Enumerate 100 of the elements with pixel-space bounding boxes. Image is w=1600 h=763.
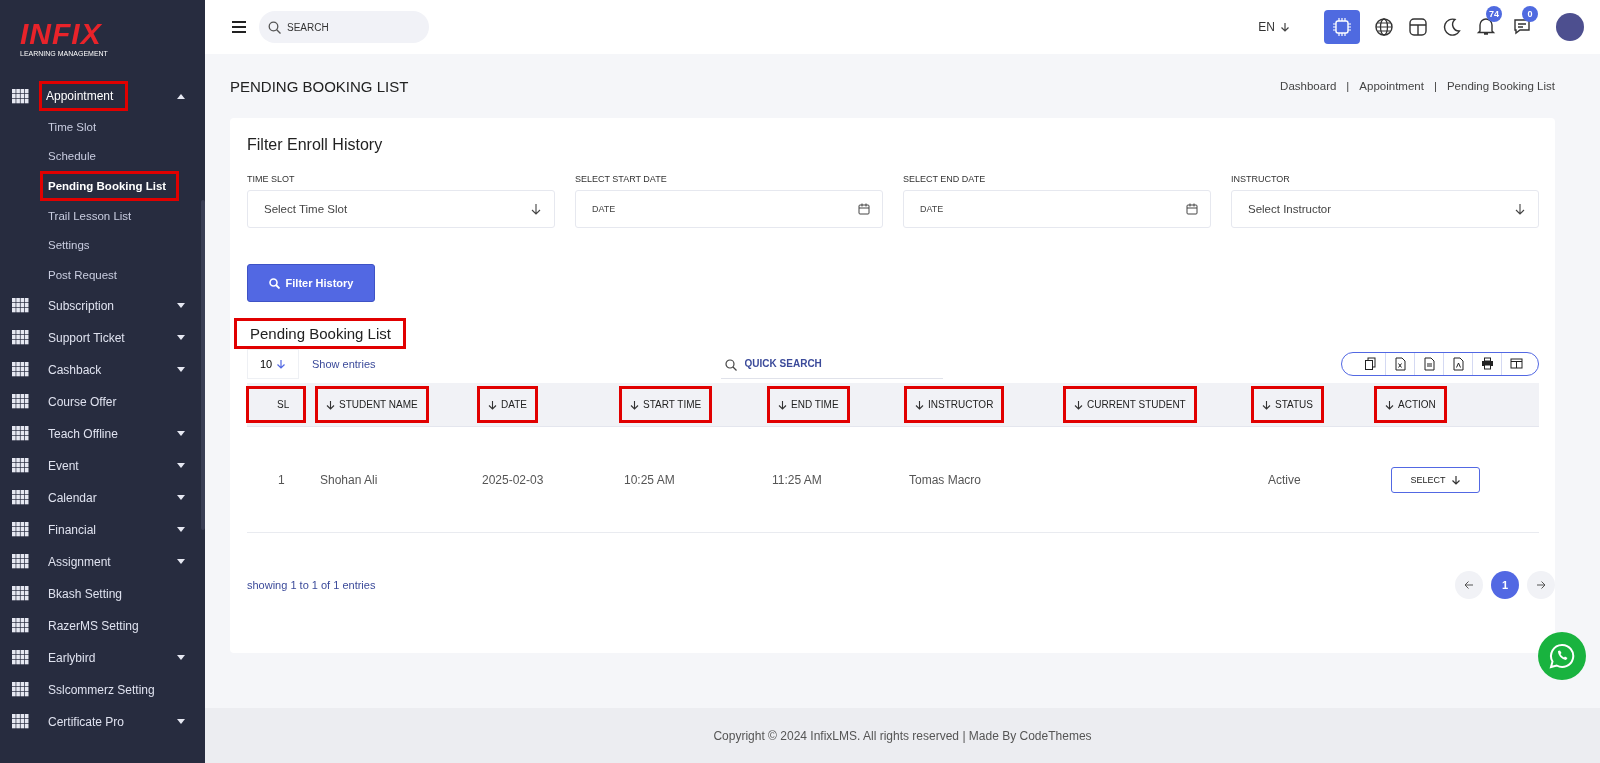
previous-page-button[interactable]: [1455, 571, 1483, 599]
section-title: Pending Booking List: [234, 318, 406, 349]
field-label: SELECT END DATE: [903, 174, 987, 184]
moon-icon: [1442, 17, 1462, 37]
select-button[interactable]: SELECT: [1391, 466, 1480, 493]
sidebar-item[interactable]: Event: [0, 449, 205, 482]
sidebar-item[interactable]: RazerMS Setting: [0, 609, 205, 642]
arrow-left-icon: [1464, 580, 1474, 590]
grid-icon: [12, 682, 29, 698]
quick-search-field[interactable]: QUICK SEARCH: [720, 349, 943, 379]
arrow-down-icon: [1450, 474, 1461, 485]
ai-button[interactable]: [1324, 10, 1360, 44]
column-header[interactable]: SL: [246, 386, 307, 423]
select-field[interactable]: Select Instructor: [1231, 190, 1539, 228]
column-header[interactable]: STATUS: [1251, 386, 1324, 423]
whatsapp-button[interactable]: [1538, 632, 1586, 680]
excel-file-icon: [1393, 357, 1407, 371]
globe-icon: [1374, 17, 1394, 37]
sidebar-subitem[interactable]: Trail Lesson List: [40, 202, 140, 229]
sidebar-item[interactable]: Cashback: [0, 353, 205, 386]
menu-icon: [231, 20, 247, 34]
table-cell-text: Shohan Ali: [319, 472, 379, 487]
logo: INFIX: [20, 20, 102, 48]
column-header[interactable]: END TIME: [767, 386, 850, 423]
table-cell-text: 1: [277, 472, 286, 487]
sidebar-item[interactable]: Financial: [0, 513, 205, 546]
grid-icon: [12, 298, 29, 314]
field-label: SELECT START DATE: [575, 174, 668, 184]
arrow-down-icon: [530, 203, 542, 215]
table-cell-text: 11:25 AM: [771, 472, 823, 487]
grid-icon: [12, 330, 29, 346]
avatar[interactable]: [1556, 13, 1584, 41]
grid-icon: [12, 88, 29, 104]
breadcrumb-link[interactable]: Dashboard: [1280, 80, 1337, 92]
language-selector[interactable]: EN: [1252, 19, 1296, 35]
field-label: TIME SLOT: [247, 174, 296, 184]
filter-button[interactable]: Filter History: [247, 264, 375, 302]
grid-icon: [12, 618, 29, 634]
table-cell-text: 2025-02-03: [481, 472, 545, 487]
grid-icon: [12, 650, 29, 666]
breadcrumb-separator: |: [1433, 80, 1437, 92]
column-header[interactable]: CURRENT STUDENT: [1063, 386, 1197, 423]
search-icon: [724, 359, 737, 371]
select-field[interactable]: Select Time Slot: [247, 190, 555, 228]
arrow-right-icon: [1536, 580, 1546, 590]
sidebar-subitem[interactable]: Settings: [40, 232, 98, 259]
sidebar-subitem[interactable]: Schedule: [40, 143, 104, 170]
sidebar-item[interactable]: Teach Offline: [0, 417, 205, 450]
arrow-down-icon: [276, 359, 287, 369]
column-header[interactable]: START TIME: [619, 386, 713, 423]
sidebar-subitem[interactable]: Pending Booking List: [40, 171, 180, 201]
sidebar-item[interactable]: Bkash Setting: [0, 577, 205, 610]
chip-icon: [1332, 17, 1352, 37]
columns-icon: [1509, 357, 1523, 371]
search-field[interactable]: SEARCH: [259, 11, 429, 43]
csv-file-icon: [1422, 357, 1436, 371]
sidebar-item[interactable]: Calendar: [0, 481, 205, 514]
entries-label: Show entries: [312, 358, 376, 370]
chat-icon: [1512, 16, 1532, 36]
date-field[interactable]: DATE: [575, 190, 883, 228]
grid-icon: [12, 522, 29, 538]
grid-icon: [12, 362, 29, 378]
breadcrumb-separator: |: [1346, 80, 1350, 92]
sidebar-item[interactable]: Sslcommerz Setting: [0, 673, 205, 706]
sidebar-item[interactable]: Course Offer: [0, 385, 205, 418]
calendar-icon: [1186, 203, 1198, 215]
date-field[interactable]: DATE: [903, 190, 1211, 228]
sidebar-item[interactable]: Assignment: [0, 545, 205, 578]
sidebar-item[interactable]: Certificate Pro: [0, 705, 205, 738]
scrollbar[interactable]: [201, 200, 205, 530]
print-icon: [1480, 357, 1494, 371]
entries-summary: showing 1 to 1 of 1 entries: [247, 579, 376, 591]
sidebar-item[interactable]: Subscription: [0, 289, 205, 322]
breadcrumb-link[interactable]: Appointment: [1359, 80, 1424, 92]
grid-icon: [12, 586, 29, 602]
layout-icon: [1408, 17, 1428, 37]
column-header[interactable]: DATE: [477, 386, 538, 423]
column-header[interactable]: STUDENT NAME: [315, 386, 429, 423]
column-header[interactable]: ACTION: [1374, 386, 1447, 423]
table-cell-text: Tomas Macro: [908, 472, 983, 487]
sidebar-subitem[interactable]: Time Slot: [40, 113, 105, 140]
page-button[interactable]: 1: [1491, 571, 1519, 599]
breadcrumb-link[interactable]: Pending Booking List: [1446, 80, 1555, 92]
sidebar-item[interactable]: Earlybird: [0, 641, 205, 674]
sidebar-item[interactable]: Support Ticket: [0, 321, 205, 354]
field-label: INSTRUCTOR: [1231, 174, 1291, 184]
pdf-file-icon: [1451, 357, 1465, 371]
search-icon: [268, 277, 280, 289]
calendar-icon: [858, 203, 870, 215]
column-header[interactable]: INSTRUCTOR: [904, 386, 1005, 423]
message-badge: 0: [1522, 6, 1538, 22]
copy-icon: [1364, 357, 1377, 371]
next-page-button[interactable]: [1527, 571, 1555, 599]
page-size-select[interactable]: 10: [247, 349, 299, 379]
bell-icon: [1476, 16, 1496, 36]
sidebar-item[interactable]: Appointment: [0, 80, 205, 112]
footer-text: Copyright © 2024 InfixLMS. All rights reserved | Made By CodeThemes: [205, 708, 1600, 763]
sidebar-subitem[interactable]: Post Request: [40, 261, 126, 288]
arrow-down-icon: [1280, 22, 1290, 32]
chat-bubble-icon: [1549, 643, 1575, 669]
